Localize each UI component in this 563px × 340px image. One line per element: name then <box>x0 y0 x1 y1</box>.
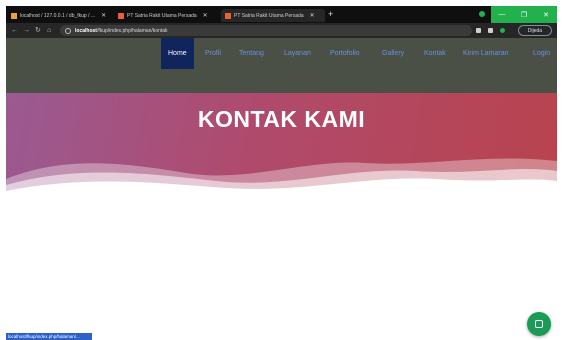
nav-item-kirim-lamaran[interactable]: Kirim Lamaran <box>463 38 509 69</box>
forward-arrow-icon[interactable]: → <box>23 25 30 36</box>
close-window-button[interactable]: ✕ <box>535 6 557 23</box>
address-host: localhost <box>75 27 97 34</box>
nav-item-tentang[interactable]: Tentang <box>239 38 264 69</box>
minimize-button[interactable]: — <box>491 6 513 23</box>
close-tab-icon[interactable]: ✕ <box>310 12 315 19</box>
nav-item-gallery[interactable]: Gallery <box>382 38 404 69</box>
info-icon[interactable] <box>65 27 71 34</box>
extension-green-icon[interactable] <box>500 28 505 33</box>
tab-strip: localhost / 127.0.0.1 / db_fkup / ... ✕ … <box>6 6 557 23</box>
new-tab-button[interactable]: + <box>328 9 333 20</box>
tab-label: PT Satria Rakit Utama Persada <box>234 12 304 19</box>
nav-item-kontak[interactable]: Kontak <box>424 38 446 69</box>
bookmark-star-icon[interactable] <box>476 28 481 33</box>
close-tab-icon[interactable]: ✕ <box>101 12 106 19</box>
address-path: /fkup/index.php/halaman/kontak <box>96 27 168 34</box>
tab-label: localhost / 127.0.0.1 / db_fkup / ... <box>20 12 96 19</box>
hero-banner: KONTAK KAMI <box>6 93 557 198</box>
wave-decoration <box>6 158 557 198</box>
chat-button[interactable] <box>527 312 551 336</box>
extension-icon[interactable] <box>479 11 485 17</box>
tab-label: PT Satria Rakit Utama Persada <box>127 12 197 19</box>
window-controls: — ❐ ✕ <box>491 6 557 23</box>
browser-window: localhost / 127.0.0.1 / db_fkup / ... ✕ … <box>6 6 557 340</box>
browser-tab-site-1[interactable]: PT Satria Rakit Utama Persada ✕ <box>118 9 220 22</box>
maximize-button[interactable]: ❐ <box>513 6 535 23</box>
reload-icon[interactable]: ↻ <box>35 25 41 36</box>
address-bar[interactable]: localhost /fkup/index.php/halaman/kontak <box>60 25 472 36</box>
phpmyadmin-favicon-icon <box>11 12 17 19</box>
extension-puzzle-icon[interactable] <box>488 28 493 33</box>
browser-tab-site-2[interactable]: PT Satria Rakit Utama Persada ✕ <box>221 9 325 22</box>
site-favicon-icon <box>225 12 231 19</box>
nav-item-profil[interactable]: Profil <box>205 38 221 69</box>
nav-item-home[interactable]: Home <box>161 38 194 69</box>
status-url: localhost/fkup/index.php/halaman/... <box>6 333 92 340</box>
chat-icon <box>535 320 543 328</box>
nav-item-layanan[interactable]: Layanan <box>284 38 311 69</box>
back-arrow-icon[interactable]: ← <box>11 25 18 36</box>
toolbar-extensions <box>476 25 505 36</box>
home-icon[interactable]: ⌂ <box>47 25 51 36</box>
site-favicon-icon <box>118 12 124 19</box>
browser-toolbar: ← → ↻ ⌂ localhost /fkup/index.php/halama… <box>6 23 557 38</box>
site-navbar: Home Profil Tentang Layanan Portofolio G… <box>6 38 557 93</box>
nav-item-login[interactable]: Login <box>533 38 550 69</box>
browser-tab-phpmyadmin[interactable]: localhost / 127.0.0.1 / db_fkup / ... ✕ <box>11 9 115 22</box>
profile-button[interactable]: Dijeda <box>518 25 552 36</box>
nav-item-portofolio[interactable]: Portofolio <box>330 38 360 69</box>
close-tab-icon[interactable]: ✕ <box>203 12 208 19</box>
